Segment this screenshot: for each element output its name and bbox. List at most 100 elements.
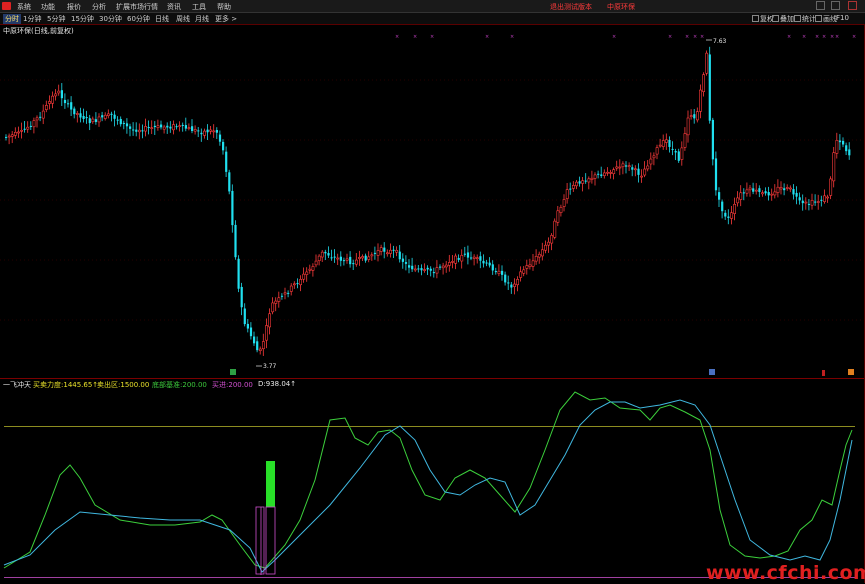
candle-body (627, 165, 631, 168)
buy-signal-frame (255, 506, 265, 575)
candle-body (764, 191, 767, 194)
candle-body (411, 265, 414, 270)
candle-body (404, 262, 408, 264)
candle-body (664, 139, 668, 143)
candle-body (342, 260, 346, 262)
signal-mark: × (395, 34, 399, 40)
candle-body (162, 126, 166, 130)
candle-body (695, 111, 699, 121)
candle-body (479, 256, 482, 261)
candle-body (240, 286, 243, 308)
candle-body (736, 197, 740, 204)
candle-body (686, 117, 690, 136)
candle-body (848, 149, 851, 156)
candle-body (788, 187, 792, 190)
candle-body (39, 116, 42, 118)
candle-body (553, 220, 557, 238)
candle-body (60, 90, 63, 99)
candle-body (435, 267, 439, 274)
candle-body (534, 255, 538, 262)
candle-body (367, 256, 371, 260)
candle-body (444, 264, 448, 268)
candle-body (522, 269, 526, 274)
candle-body (807, 203, 811, 205)
indicator-item-strength: 买卖力度:1445.65↑ (33, 380, 98, 390)
candle-body (113, 114, 116, 119)
candle-body (779, 187, 783, 190)
candle-body (203, 130, 206, 136)
candle-body (246, 323, 249, 329)
candle-body (150, 127, 154, 129)
candle-body (441, 265, 445, 269)
signal-mark: × (700, 34, 704, 40)
candle-body (702, 74, 706, 92)
candle-body (41, 110, 45, 119)
candle-body (178, 125, 182, 127)
signal-mark: × (830, 34, 834, 40)
candle-body (838, 140, 842, 143)
candle-body (261, 341, 265, 350)
kline-chart[interactable]: 7.633.77× × × × × × × × × × × × × × × × × (0, 0, 865, 583)
candle-body (643, 168, 647, 176)
candle-body (677, 151, 680, 161)
candle-body (330, 257, 333, 259)
candle-body (420, 268, 423, 271)
candle-body (804, 201, 808, 204)
signal-mark: × (668, 34, 672, 40)
candle-body (169, 126, 172, 129)
candle-body (488, 262, 491, 266)
candle-body (754, 189, 758, 192)
candle-body (101, 115, 104, 118)
candle-body (451, 261, 454, 263)
candle-body (745, 189, 749, 194)
candle-body (581, 180, 585, 184)
candle-body (845, 145, 848, 152)
candle-body (125, 123, 129, 127)
candle-body (423, 269, 427, 271)
candle-body (302, 273, 306, 280)
candle-body (29, 125, 32, 127)
candle-body (426, 267, 429, 270)
candle-body (336, 257, 340, 260)
candle-body (810, 200, 814, 206)
candle-body (138, 129, 141, 133)
candle-body (600, 174, 603, 176)
candle-body (253, 336, 256, 344)
candle-body (612, 169, 616, 175)
candle-body (349, 256, 352, 265)
candle-body (593, 174, 597, 179)
indicator-d-value: 938.04↑ (265, 380, 297, 388)
signal-mark: × (822, 34, 826, 40)
candle-body (187, 127, 191, 130)
candle-body (621, 163, 625, 168)
candle-body (491, 264, 494, 271)
candle-body (122, 122, 125, 124)
site-watermark: www.cfchi.com (706, 562, 865, 584)
candle-body (398, 251, 401, 260)
indicator-d-label: D: (258, 380, 266, 388)
candle-body (699, 89, 702, 112)
candle-body (457, 257, 460, 260)
candle-body (35, 117, 39, 121)
candle-body (116, 119, 119, 121)
candle-body (609, 172, 613, 174)
candle-body (752, 188, 755, 192)
candle-body (172, 124, 175, 131)
candle-body (26, 126, 30, 130)
candle-body (88, 118, 91, 124)
candle-body (537, 253, 541, 258)
candle-body (801, 200, 804, 204)
candle-body (249, 327, 253, 337)
candle-body (289, 285, 293, 292)
candle-body (516, 279, 520, 286)
candle-body (299, 279, 303, 286)
candle-body (333, 256, 336, 258)
candle-body (379, 247, 383, 252)
candle-body (63, 99, 67, 104)
k-line (3, 391, 853, 569)
candle-body (783, 188, 786, 191)
candle-body (569, 188, 572, 190)
candle-body (184, 125, 187, 129)
candle-body (268, 313, 272, 328)
candle-body (305, 271, 309, 275)
